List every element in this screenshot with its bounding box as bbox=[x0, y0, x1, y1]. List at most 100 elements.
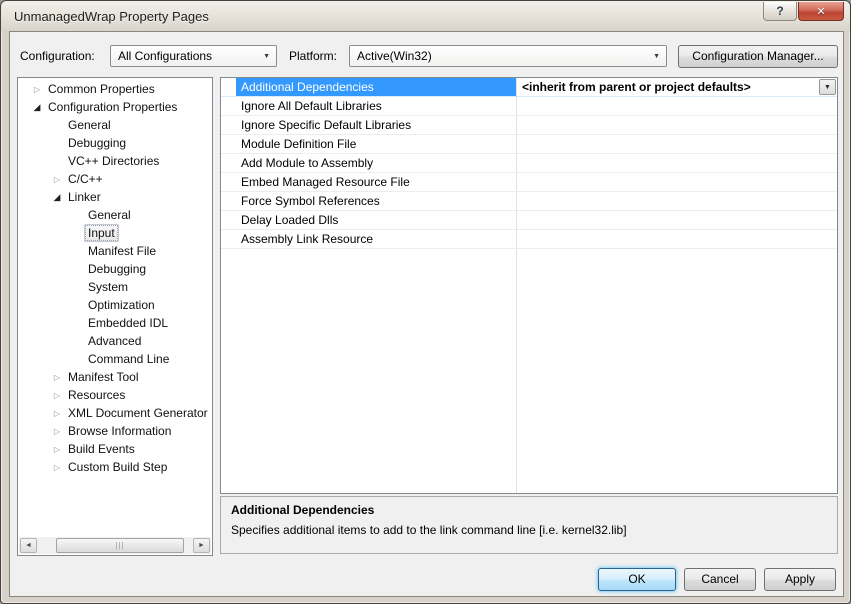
property-row-ignore-specific-default-libraries[interactable]: Ignore Specific Default Libraries bbox=[221, 116, 837, 135]
scroll-right-button[interactable]: ► bbox=[193, 538, 210, 553]
chevron-down-icon: ▼ bbox=[263, 53, 270, 60]
value-dropdown-button[interactable]: ▼ bbox=[819, 79, 836, 95]
collapse-arrow-icon[interactable]: ◢ bbox=[50, 192, 64, 203]
tree-item-build-events[interactable]: ▷ Build Events bbox=[18, 440, 212, 458]
tree-item-label: Common Properties bbox=[48, 82, 155, 96]
property-row-add-module-to-assembly[interactable]: Add Module to Assembly bbox=[221, 154, 837, 173]
property-value[interactable] bbox=[516, 97, 837, 115]
tree-item-input[interactable]: Input bbox=[18, 224, 212, 242]
property-value[interactable] bbox=[516, 230, 837, 248]
tree-item-c-c[interactable]: ▷ C/C++ bbox=[18, 170, 212, 188]
property-value[interactable] bbox=[516, 192, 837, 210]
expand-arrow-icon[interactable]: ▷ bbox=[50, 463, 64, 472]
tree-item-label: Input bbox=[84, 224, 119, 242]
property-pages-dialog: UnmanagedWrap Property Pages ? ✕ Configu… bbox=[0, 0, 851, 604]
property-value[interactable] bbox=[516, 211, 837, 229]
tree-item-general[interactable]: General bbox=[18, 116, 212, 134]
chevron-down-icon: ▼ bbox=[653, 53, 660, 60]
property-grid: Additional Dependencies <inherit from par… bbox=[220, 77, 838, 494]
tree-item-debugging[interactable]: Debugging bbox=[18, 134, 212, 152]
property-name[interactable]: Add Module to Assembly bbox=[236, 154, 516, 172]
description-panel: Additional Dependencies Specifies additi… bbox=[220, 496, 838, 554]
tree-item-label: System bbox=[88, 280, 129, 294]
help-button[interactable]: ? bbox=[763, 2, 797, 21]
property-name[interactable]: Force Symbol References bbox=[236, 192, 516, 210]
expand-arrow-icon[interactable]: ▷ bbox=[50, 445, 64, 454]
row-gutter bbox=[221, 230, 236, 248]
property-row-delay-loaded-dlls[interactable]: Delay Loaded Dlls bbox=[221, 211, 837, 230]
ok-button[interactable]: OK bbox=[598, 568, 676, 591]
property-row-assembly-link-resource[interactable]: Assembly Link Resource bbox=[221, 230, 837, 249]
tree-item-manifest-file[interactable]: Manifest File bbox=[18, 242, 212, 260]
expand-arrow-icon[interactable]: ▷ bbox=[50, 391, 64, 400]
expand-arrow-icon[interactable]: ▷ bbox=[50, 427, 64, 436]
configuration-manager-button[interactable]: Configuration Manager... bbox=[678, 45, 838, 68]
tree-item-common-properties[interactable]: ▷ Common Properties bbox=[18, 80, 212, 98]
row-gutter bbox=[221, 78, 236, 96]
tree-horizontal-scrollbar[interactable]: ◄ ||| ► bbox=[19, 537, 211, 554]
expand-arrow-icon[interactable]: ▷ bbox=[30, 85, 44, 94]
arrow-left-icon: ◄ bbox=[25, 542, 32, 549]
tree-item-system[interactable]: System bbox=[18, 278, 212, 296]
property-name[interactable]: Ignore Specific Default Libraries bbox=[236, 116, 516, 134]
property-row-additional-dependencies[interactable]: Additional Dependencies <inherit from par… bbox=[221, 78, 837, 97]
tree-item-xml-document-generator[interactable]: ▷ XML Document Generator bbox=[18, 404, 212, 422]
properties-tree: ▷ Common Properties ◢ Configuration Propert… bbox=[18, 80, 212, 476]
property-name[interactable]: Assembly Link Resource bbox=[236, 230, 516, 248]
expand-arrow-icon[interactable]: ▷ bbox=[50, 175, 64, 184]
property-name[interactable]: Ignore All Default Libraries bbox=[236, 97, 516, 115]
tree-item-resources[interactable]: ▷ Resources bbox=[18, 386, 212, 404]
platform-combobox[interactable]: Active(Win32) ▼ bbox=[349, 45, 667, 67]
tree-item-debugging[interactable]: Debugging bbox=[18, 260, 212, 278]
property-value[interactable] bbox=[516, 135, 837, 153]
property-row-ignore-all-default-libraries[interactable]: Ignore All Default Libraries bbox=[221, 97, 837, 116]
property-name[interactable]: Module Definition File bbox=[236, 135, 516, 153]
property-name[interactable]: Embed Managed Resource File bbox=[236, 173, 516, 191]
tree-item-label: VC++ Directories bbox=[68, 154, 160, 168]
arrow-right-icon: ► bbox=[198, 542, 205, 549]
cancel-button[interactable]: Cancel bbox=[684, 568, 756, 591]
tree-item-configuration-properties[interactable]: ◢ Configuration Properties bbox=[18, 98, 212, 116]
collapse-arrow-icon[interactable]: ◢ bbox=[30, 102, 44, 113]
close-button[interactable]: ✕ bbox=[798, 2, 844, 21]
tree-item-vc-directories[interactable]: VC++ Directories bbox=[18, 152, 212, 170]
expand-arrow-icon[interactable]: ▷ bbox=[50, 409, 64, 418]
tree-item-embedded-idl[interactable]: Embedded IDL bbox=[18, 314, 212, 332]
scrollbar-track[interactable]: ||| bbox=[38, 537, 192, 554]
tree-item-label: Command Line bbox=[88, 352, 170, 366]
apply-button[interactable]: Apply bbox=[764, 568, 836, 591]
tree-item-browse-information[interactable]: ▷ Browse Information bbox=[18, 422, 212, 440]
property-row-embed-managed-resource-file[interactable]: Embed Managed Resource File bbox=[221, 173, 837, 192]
titlebar[interactable]: UnmanagedWrap Property Pages ? ✕ bbox=[1, 1, 850, 31]
scrollbar-thumb[interactable]: ||| bbox=[56, 538, 184, 553]
expand-arrow-icon[interactable]: ▷ bbox=[50, 373, 64, 382]
configuration-combobox[interactable]: All Configurations ▼ bbox=[110, 45, 277, 67]
tree-item-label: XML Document Generator bbox=[68, 406, 208, 420]
property-name[interactable]: Additional Dependencies bbox=[236, 78, 516, 96]
property-row-force-symbol-references[interactable]: Force Symbol References bbox=[221, 192, 837, 211]
row-gutter bbox=[221, 173, 236, 191]
tree-item-advanced[interactable]: Advanced bbox=[18, 332, 212, 350]
tree-item-custom-build-step[interactable]: ▷ Custom Build Step bbox=[18, 458, 212, 476]
property-value[interactable] bbox=[516, 154, 837, 172]
tree-item-linker[interactable]: ◢ Linker bbox=[18, 188, 212, 206]
property-row-module-definition-file[interactable]: Module Definition File bbox=[221, 135, 837, 154]
scroll-left-button[interactable]: ◄ bbox=[20, 538, 37, 553]
property-value[interactable]: <inherit from parent or project defaults… bbox=[516, 78, 837, 96]
tree-item-label: Custom Build Step bbox=[68, 460, 168, 474]
tree-item-label: Linker bbox=[68, 190, 101, 204]
tree-item-command-line[interactable]: Command Line bbox=[18, 350, 212, 368]
help-icon: ? bbox=[776, 4, 784, 18]
dialog-client-area: Configuration: All Configurations ▼ Plat… bbox=[9, 31, 844, 597]
tree-item-label: General bbox=[68, 118, 111, 132]
tree-item-general[interactable]: General bbox=[18, 206, 212, 224]
tree-item-label: Debugging bbox=[88, 262, 147, 276]
tree-item-label: Configuration Properties bbox=[48, 100, 178, 114]
tree-item-manifest-tool[interactable]: ▷ Manifest Tool bbox=[18, 368, 212, 386]
property-name[interactable]: Delay Loaded Dlls bbox=[236, 211, 516, 229]
property-value[interactable] bbox=[516, 173, 837, 191]
property-value[interactable] bbox=[516, 116, 837, 134]
tree-item-label: Build Events bbox=[68, 442, 135, 456]
tree-item-label: Browse Information bbox=[68, 424, 172, 438]
tree-item-optimization[interactable]: Optimization bbox=[18, 296, 212, 314]
